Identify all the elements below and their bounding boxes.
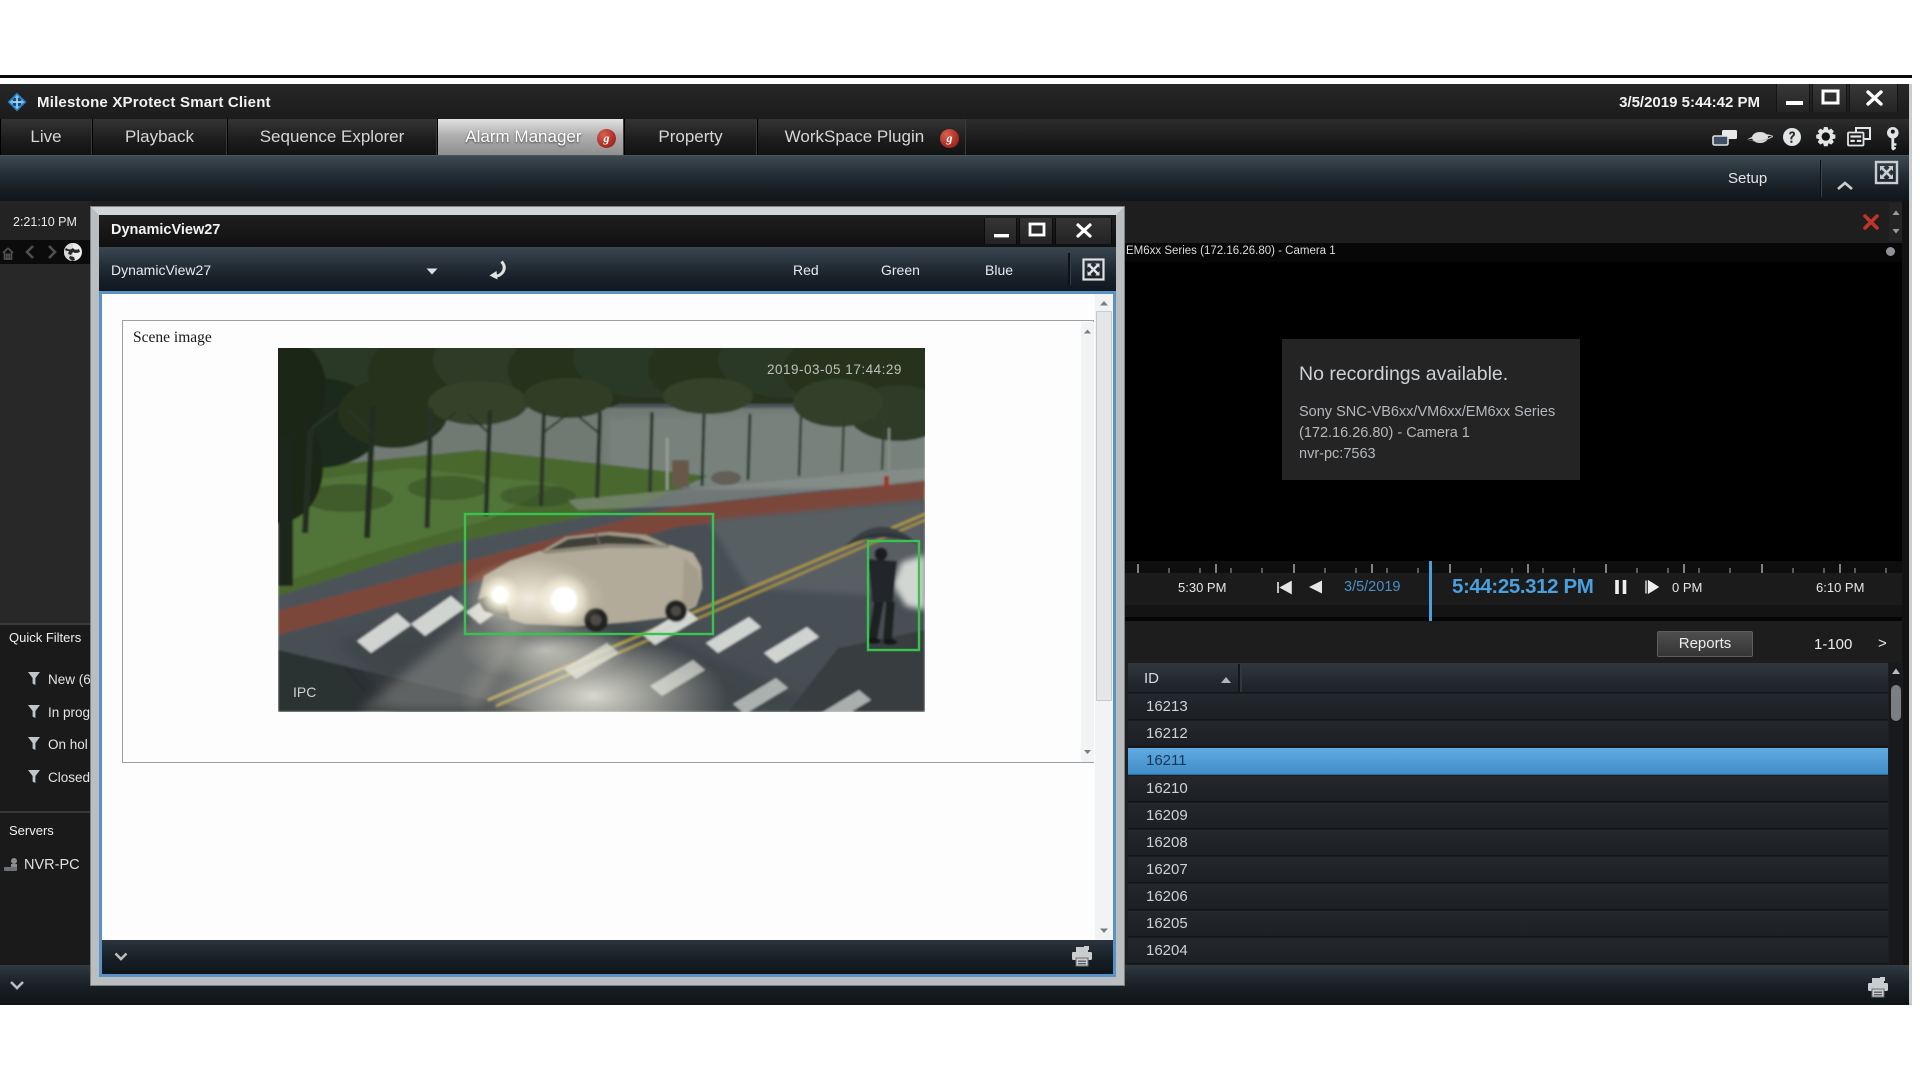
svg-text:2019-03-05 17:44:29: 2019-03-05 17:44:29 [767,362,902,377]
svg-text:IPC: IPC [293,684,316,700]
